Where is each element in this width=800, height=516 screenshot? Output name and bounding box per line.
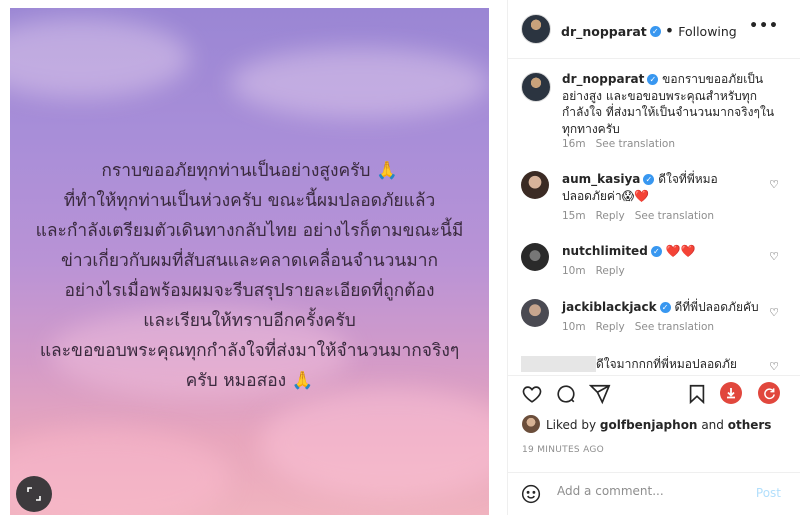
- comment-username[interactable]: nutchlimited: [562, 244, 648, 258]
- verified-icon: ✓: [649, 26, 661, 37]
- download-icon[interactable]: [720, 382, 742, 404]
- heart-icon[interactable]: ♡: [769, 178, 779, 191]
- see-translation-link[interactable]: See translation: [635, 321, 714, 333]
- post-header: dr_nopparat ✓ • Following •••: [508, 0, 800, 59]
- verified-icon: ✓: [659, 302, 671, 313]
- comment-input[interactable]: [555, 483, 749, 499]
- expand-icon: [27, 487, 41, 501]
- following-button[interactable]: Following: [678, 24, 737, 39]
- comment-time[interactable]: 10m: [562, 265, 586, 277]
- heart-icon[interactable]: ♡: [769, 360, 779, 373]
- comments-list: dr_nopparat ✓ ขอกราบขออภัยเป็นอย่างสูง แล…: [508, 58, 800, 375]
- comment-time[interactable]: 10m: [562, 321, 586, 333]
- left-gutter: [0, 0, 10, 515]
- post-image: กราบขออภัยทุกท่านเป็นอย่างสูงครับ 🙏 ที่ท…: [10, 8, 489, 515]
- separator-dot: •: [664, 21, 675, 40]
- comment-time[interactable]: 15m: [562, 210, 586, 222]
- comment-username[interactable]: aum_kasiya: [562, 172, 640, 186]
- list-item: ดีใจมากกกที่พี่หมอปลอดภัย ♡: [508, 354, 800, 375]
- heart-icon[interactable]: ♡: [769, 306, 779, 319]
- comment-text: ดีที่พี่ปลอดภัยคับ: [674, 300, 759, 314]
- post-button[interactable]: Post: [756, 486, 781, 500]
- see-translation-link[interactable]: See translation: [596, 138, 675, 150]
- share-icon[interactable]: [589, 383, 611, 405]
- action-bar: [508, 375, 800, 414]
- comment-time[interactable]: 16m: [562, 138, 586, 150]
- add-comment-bar: Post: [508, 472, 800, 516]
- bookmark-icon[interactable]: [686, 383, 708, 405]
- heart-icon[interactable]: ♡: [769, 250, 779, 263]
- verified-icon: ✓: [647, 74, 659, 85]
- caption-line: ข่าวเกี่ยวกับผมที่สับสนและคลาดเคลื่อนจำน…: [60, 251, 439, 271]
- caption-line: และเรียนให้ทราบอีกครั้งครับ: [143, 311, 356, 331]
- caption-line: และขอขอบพระคุณทุกกำลังใจที่ส่งมาให้จำนวน…: [39, 341, 460, 361]
- avatar[interactable]: [521, 171, 549, 199]
- header-username[interactable]: dr_nopparat: [561, 24, 647, 39]
- caption-line: และกำลังเตรียมตัวเดินทางกลับไทย อย่างไรก…: [35, 221, 464, 241]
- comment-text: ดีใจมากกกที่พี่หมอปลอดภัย: [596, 357, 737, 371]
- expand-button[interactable]: [16, 476, 52, 512]
- see-translation-link[interactable]: See translation: [635, 210, 714, 222]
- list-item: aum_kasiya ✓ ดีใจที่พี่หมอปลอดภัยค่า😱❤️ 1…: [508, 168, 800, 228]
- avatar[interactable]: [521, 14, 551, 44]
- caption-line: กราบขออภัยทุกท่านเป็นอย่างสูงครับ 🙏: [101, 161, 398, 181]
- liked-by-prefix: Liked by: [546, 418, 597, 432]
- reply-button[interactable]: Reply: [596, 265, 625, 277]
- liked-by-others[interactable]: others: [728, 418, 772, 432]
- post-caption-text: กราบขออภัยทุกท่านเป็นอย่างสูงครับ 🙏 ที่ท…: [10, 156, 489, 396]
- refresh-icon[interactable]: [758, 382, 780, 404]
- emoji-icon[interactable]: [521, 484, 541, 504]
- list-item: jackiblackjack ✓ ดีที่พี่ปลอดภัยคับ 10m Re…: [508, 296, 800, 344]
- list-item: nutchlimited ✓ ❤️❤️ 10m Reply ♡: [508, 240, 800, 288]
- more-options-icon[interactable]: •••: [749, 18, 779, 34]
- redacted-username: [521, 356, 596, 372]
- avatar[interactable]: [522, 415, 540, 433]
- verified-icon: ✓: [650, 246, 662, 257]
- post-sidebar: dr_nopparat ✓ • Following ••• dr_nopparat ✓ …: [507, 0, 800, 515]
- comment-username[interactable]: dr_nopparat: [562, 72, 644, 86]
- reply-button[interactable]: Reply: [596, 210, 625, 222]
- comment-icon[interactable]: [555, 383, 577, 405]
- avatar[interactable]: [521, 72, 551, 102]
- verified-icon: ✓: [643, 174, 655, 185]
- post-timestamp[interactable]: 19 MINUTES AGO: [522, 445, 604, 455]
- liked-by-user[interactable]: golfbenjaphon: [600, 418, 698, 432]
- heart-icon[interactable]: [521, 383, 543, 405]
- liked-by-and: and: [701, 418, 724, 432]
- avatar[interactable]: [521, 243, 549, 271]
- comment-username[interactable]: jackiblackjack: [562, 300, 657, 314]
- caption-line: อย่างไรเมื่อพร้อมผมจะรีบสรุปรายละเอียดที…: [64, 281, 435, 301]
- comment-text: ❤️❤️: [665, 244, 696, 258]
- caption-line: ที่ทำให้ทุกท่านเป็นห่วงครับ ขณะนี้ผมปลอด…: [63, 191, 436, 211]
- reply-button[interactable]: Reply: [596, 321, 625, 333]
- avatar[interactable]: [521, 299, 549, 327]
- caption-line: ครับ หมอสอง 🙏: [185, 371, 314, 391]
- list-item: dr_nopparat ✓ ขอกราบขออภัยเป็นอย่างสูง แล…: [508, 68, 800, 158]
